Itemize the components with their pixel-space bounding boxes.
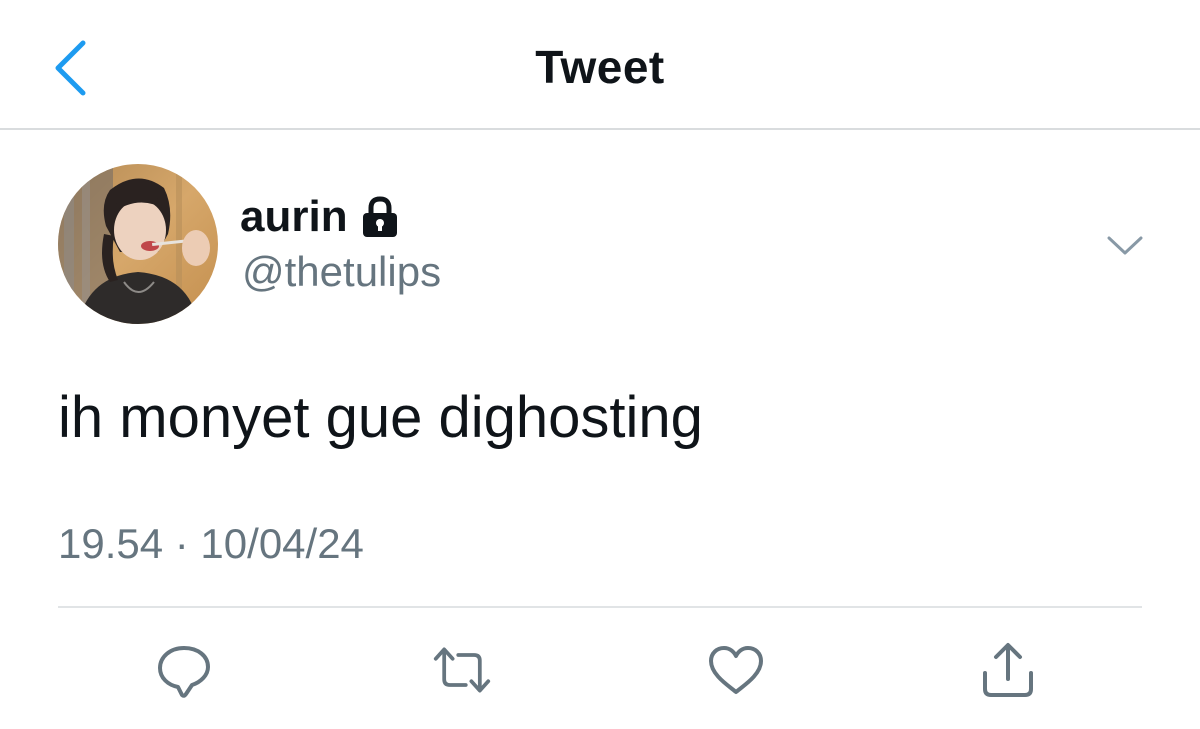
retweet-icon [433,647,491,693]
reply-icon [158,646,210,698]
tweet-timestamp[interactable]: 19.54 · 10/04/24 [58,520,364,568]
divider [58,606,1142,608]
heart-icon [709,646,763,694]
chevron-down-icon [1107,236,1143,255]
display-name[interactable]: aurin [240,192,348,242]
lock-icon [362,196,397,237]
top-nav-bar: Tweet [0,0,1200,130]
share-icon [983,643,1033,697]
avatar[interactable] [58,164,218,324]
tweet-menu-button[interactable] [1100,228,1150,264]
share-button[interactable] [978,640,1038,700]
user-handle[interactable]: @thetulips [242,248,441,296]
page-title: Tweet [535,41,665,93]
author-name-row[interactable]: aurin [240,192,400,242]
avatar-photo [58,164,218,324]
reply-button[interactable] [154,640,214,700]
tweet-text: ih monyet gue dighosting [58,385,703,450]
like-button[interactable] [706,640,766,700]
tweet-detail-screen: Tweet aurin @thetulips ih monyet gue dig… [0,0,1200,729]
retweet-button[interactable] [432,640,492,700]
